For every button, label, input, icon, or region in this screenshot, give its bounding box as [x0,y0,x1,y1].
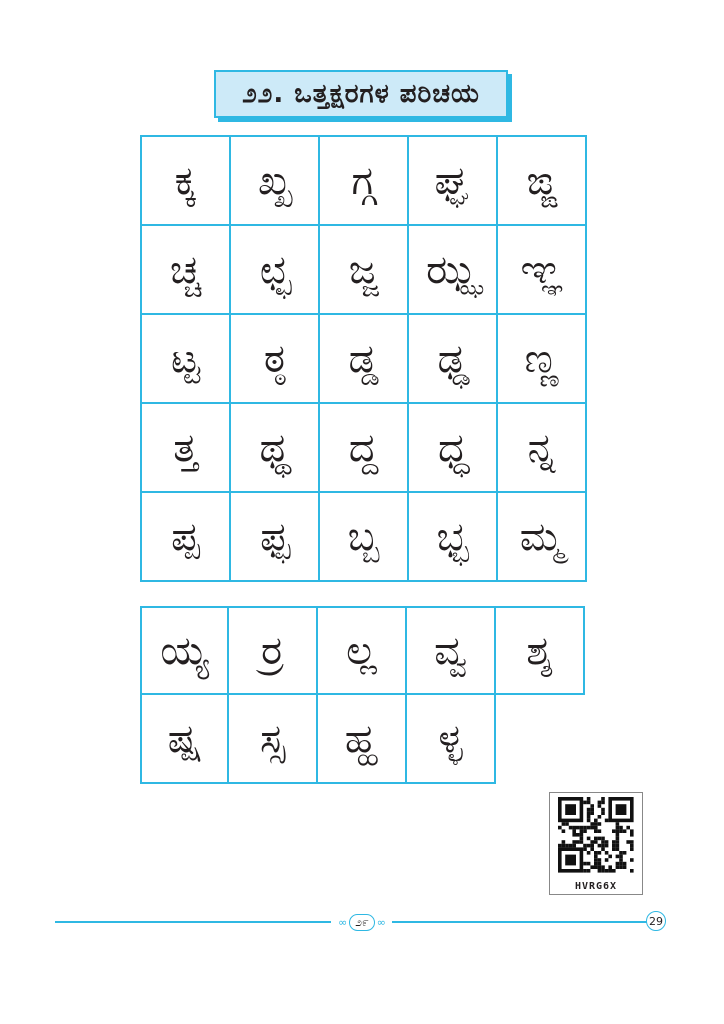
page-title: ೨೨. ಒತ್ತಕ್ಷರಗಳ ಪರಿಚಯ [214,70,508,118]
footer-rule-left [55,921,331,923]
letter-cell: ಗ್ಗ [320,137,409,226]
letter-cell: ಮ್ಮ [498,493,587,582]
letter-cell: ಯ್ಯ [140,606,229,695]
letter-cell: ಭ್ಭ [409,493,498,582]
empty-cell [496,695,585,784]
page-number: 29 [646,911,666,931]
letter-cell: ಣ್ಣ [498,315,587,404]
letter-cell: ಢ್ಢ [409,315,498,404]
footer-ornament: ∞ ೨೯ ∞ [332,911,392,933]
letter-cell: ದ್ದ [320,404,409,493]
letter-cell: ವ್ವ [407,606,496,695]
letter-cell: ಶ್ಶ [496,606,585,695]
letter-cell: ಬ್ಬ [320,493,409,582]
letter-cell: ತ್ತ [142,404,231,493]
letter-cell: ಫ್ಫ [231,493,320,582]
letter-cell: ರ್ರ [229,606,318,695]
ornament-swirl-icon: ∞ [376,915,386,929]
letter-cell: ಡ್ಡ [320,315,409,404]
letter-cell: ಪ್ಪ [142,493,231,582]
letter-cell: ಠ್ಠ [231,315,320,404]
letter-cell: ಕ್ಕ [142,137,231,226]
letter-cell: ಲ್ಲ [318,606,407,695]
consonant-grid-a: ಕ್ಕ ಖ್ಖ ಗ್ಗ ಘ್ಘ ಙ್ಙ ಚ್ಚ ಛ್ಛ ಜ್ಜ ಝ್ಝ ಞ್ಞ … [140,135,587,582]
qr-code-label: HVRG6X [550,881,642,892]
letter-cell: ಙ್ಙ [498,137,587,226]
letter-cell: ಖ್ಖ [231,137,320,226]
kannada-page-number: ೨೯ [349,913,375,931]
letter-cell: ಧ್ಧ [409,404,498,493]
letter-cell: ನ್ನ [498,404,587,493]
ornament-swirl-icon: ∞ [338,915,348,929]
letter-cell: ಚ್ಚ [142,226,231,315]
letter-cell: ಛ್ಛ [231,226,320,315]
letter-cell: ಹ್ಹ [318,695,407,784]
letter-cell: ಥ್ಥ [231,404,320,493]
letter-cell: ಜ್ಜ [320,226,409,315]
letter-cell: ಷ್ಷ [140,695,229,784]
letter-cell: ಸ್ಸ [229,695,318,784]
consonant-grid-b: ಯ್ಯ ರ್ರ ಲ್ಲ ವ್ವ ಶ್ಶ ಷ್ಷ ಸ್ಸ ಹ್ಹ ಳ್ಳ [140,606,585,784]
letter-cell: ಘ್ಘ [409,137,498,226]
qr-pattern [558,797,634,873]
qr-code[interactable]: HVRG6X [549,792,643,895]
letter-cell: ಟ್ಟ [142,315,231,404]
letter-cell: ಝ್ಝ [409,226,498,315]
letter-cell: ಳ್ಳ [407,695,496,784]
letter-cell: ಞ್ಞ [498,226,587,315]
footer-rule-right [392,921,647,923]
